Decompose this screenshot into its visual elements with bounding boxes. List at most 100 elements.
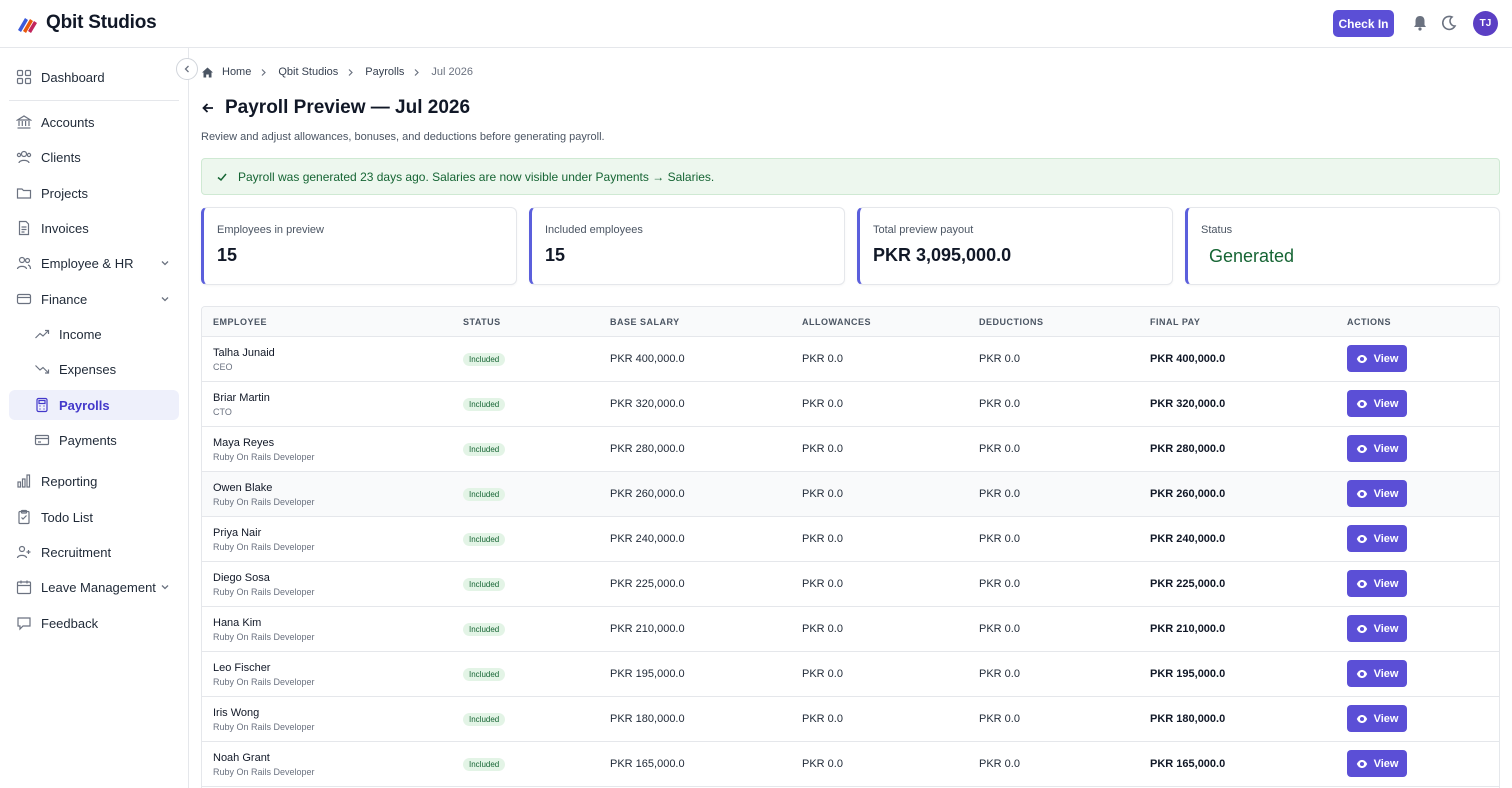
sidebar-item-reporting[interactable]: Reporting <box>9 466 179 496</box>
sidebar: Dashboard Accounts Clients Projects Invo… <box>0 48 189 788</box>
stat-card-employees-in-preview: Employees in preview 15 <box>201 207 517 285</box>
deductions-cell: PKR 0.0 <box>979 533 1020 545</box>
avatar[interactable]: TJ <box>1473 11 1498 36</box>
view-button[interactable]: View <box>1347 615 1407 642</box>
sidebar-item-label: Todo List <box>41 509 94 525</box>
column-header-status: STATUS <box>463 317 501 327</box>
breadcrumb-org[interactable]: Qbit Studios <box>278 66 338 78</box>
status-badge: Included <box>463 668 506 681</box>
sidebar-item-finance[interactable]: Finance <box>9 284 179 314</box>
sidebar-item-leave-management[interactable]: Leave Management <box>9 572 179 602</box>
sidebar-item-employee-hr[interactable]: Employee & HR <box>9 248 179 278</box>
breadcrumb-home[interactable]: Home <box>222 66 251 78</box>
sidebar-item-payrolls[interactable]: Payrolls <box>9 390 179 420</box>
deductions-cell: PKR 0.0 <box>979 578 1020 590</box>
bank-icon <box>16 115 32 129</box>
sidebar-item-clients[interactable]: Clients <box>9 142 179 172</box>
table-row: Maya Reyes Ruby On Rails Developer Include… <box>202 427 1499 472</box>
deductions-cell: PKR 0.0 <box>979 398 1020 410</box>
table-row: Noah Grant Ruby On Rails Developer Include… <box>202 742 1499 787</box>
moon-icon[interactable] <box>1440 14 1458 32</box>
chevron-down-icon <box>161 261 169 266</box>
view-button[interactable]: View <box>1347 705 1407 732</box>
table-row: Priya Nair Ruby On Rails Developer Include… <box>202 517 1499 562</box>
stat-card-status: Status Generated <box>1185 207 1500 285</box>
sidebar-item-feedback[interactable]: Feedback <box>9 608 179 638</box>
sidebar-item-label: Leave Management <box>41 579 156 595</box>
view-button[interactable]: View <box>1347 390 1407 417</box>
status-badge: Included <box>463 353 506 366</box>
calculator-icon <box>36 397 48 413</box>
allowances-cell: PKR 0.0 <box>802 443 843 455</box>
arrow-left-icon[interactable] <box>201 101 215 115</box>
sidebar-item-recruitment[interactable]: Recruitment <box>9 537 179 567</box>
final-pay-cell: PKR 225,000.0 <box>1150 578 1226 590</box>
employee-role: CEO <box>213 362 233 372</box>
sidebar-item-invoices[interactable]: Invoices <box>9 213 179 243</box>
status-badge: Included <box>463 443 506 456</box>
page-subtitle: Review and adjust allowances, bonuses, a… <box>201 131 605 143</box>
sidebar-item-label: Feedback <box>41 615 99 631</box>
view-button[interactable]: View <box>1347 570 1407 597</box>
sidebar-item-accounts[interactable]: Accounts <box>9 107 179 137</box>
final-pay-cell: PKR 195,000.0 <box>1150 668 1226 680</box>
sidebar-item-projects[interactable]: Projects <box>9 178 179 208</box>
page-title: Payroll Preview — Jul 2026 <box>225 97 471 118</box>
base-salary-cell: PKR 225,000.0 <box>610 578 685 590</box>
view-button[interactable]: View <box>1347 660 1407 687</box>
final-pay-cell: PKR 280,000.0 <box>1150 443 1226 455</box>
view-button[interactable]: View <box>1347 345 1407 372</box>
final-pay-cell: PKR 165,000.0 <box>1150 758 1226 770</box>
status-badge: Included <box>463 488 506 501</box>
final-pay-cell: PKR 260,000.0 <box>1150 488 1226 500</box>
employee-name: Leo Fischer <box>213 662 271 674</box>
view-button[interactable]: View <box>1347 435 1407 462</box>
employee-role: Ruby On Rails Developer <box>213 542 315 552</box>
allowances-cell: PKR 0.0 <box>802 668 843 680</box>
status-value: Generated <box>1209 246 1295 266</box>
sidebar-item-todo-list[interactable]: Todo List <box>9 502 179 532</box>
table-row: Diego Sosa Ruby On Rails Developer Include… <box>202 562 1499 607</box>
stat-card-included-employees: Included employees 15 <box>529 207 845 285</box>
sidebar-item-label: Finance <box>41 291 88 307</box>
base-salary-cell: PKR 165,000.0 <box>610 758 685 770</box>
table-row: Talha Junaid CEO Included PKR 400,000.0 PKR … <box>202 337 1499 382</box>
bell-icon[interactable] <box>1411 14 1429 32</box>
employee-role: Ruby On Rails Developer <box>213 722 315 732</box>
sidebar-collapse-button[interactable] <box>176 58 198 80</box>
final-pay-cell: PKR 180,000.0 <box>1150 713 1226 725</box>
employee-role: Ruby On Rails Developer <box>213 452 315 462</box>
clipboard-icon <box>18 509 30 525</box>
breadcrumb-payrolls[interactable]: Payrolls <box>365 66 404 78</box>
employee-name: Talha Junaid <box>213 347 275 359</box>
view-button[interactable]: View <box>1347 480 1407 507</box>
sidebar-item-dashboard[interactable]: Dashboard <box>9 62 179 92</box>
employee-name: Briar Martin <box>213 392 270 404</box>
allowances-cell: PKR 0.0 <box>802 623 843 635</box>
status-badge: Included <box>463 623 506 636</box>
column-header-final-pay: FINAL PAY <box>1150 317 1201 327</box>
view-button[interactable]: View <box>1347 525 1407 552</box>
sidebar-item-payments[interactable]: Payments <box>9 425 179 455</box>
final-pay-cell: PKR 400,000.0 <box>1150 353 1226 365</box>
users-icon <box>16 150 32 164</box>
base-salary-cell: PKR 400,000.0 <box>610 353 685 365</box>
deductions-cell: PKR 0.0 <box>979 623 1020 635</box>
check-in-button[interactable]: Check In <box>1333 10 1394 37</box>
employee-role: Ruby On Rails Developer <box>213 587 315 597</box>
breadcrumb-current: Jul 2026 <box>431 66 473 78</box>
employee-name: Maya Reyes <box>213 437 275 449</box>
sidebar-item-expenses[interactable]: Expenses <box>9 354 179 384</box>
sidebar-item-income[interactable]: Income <box>9 319 179 349</box>
eye-icon <box>1356 399 1367 408</box>
bar-chart-icon <box>17 474 31 488</box>
user-add-icon <box>16 545 31 559</box>
home-icon[interactable] <box>201 66 214 79</box>
top-bar: Qbit Studios Check In TJ <box>0 0 1512 48</box>
success-banner: Payroll was generated 23 days ago. Salar… <box>201 158 1500 195</box>
employee-name: Diego Sosa <box>213 572 270 584</box>
base-salary-cell: PKR 280,000.0 <box>610 443 685 455</box>
folder-icon <box>16 188 32 199</box>
brand-logo-icon <box>18 18 37 33</box>
view-button[interactable]: View <box>1347 750 1407 777</box>
